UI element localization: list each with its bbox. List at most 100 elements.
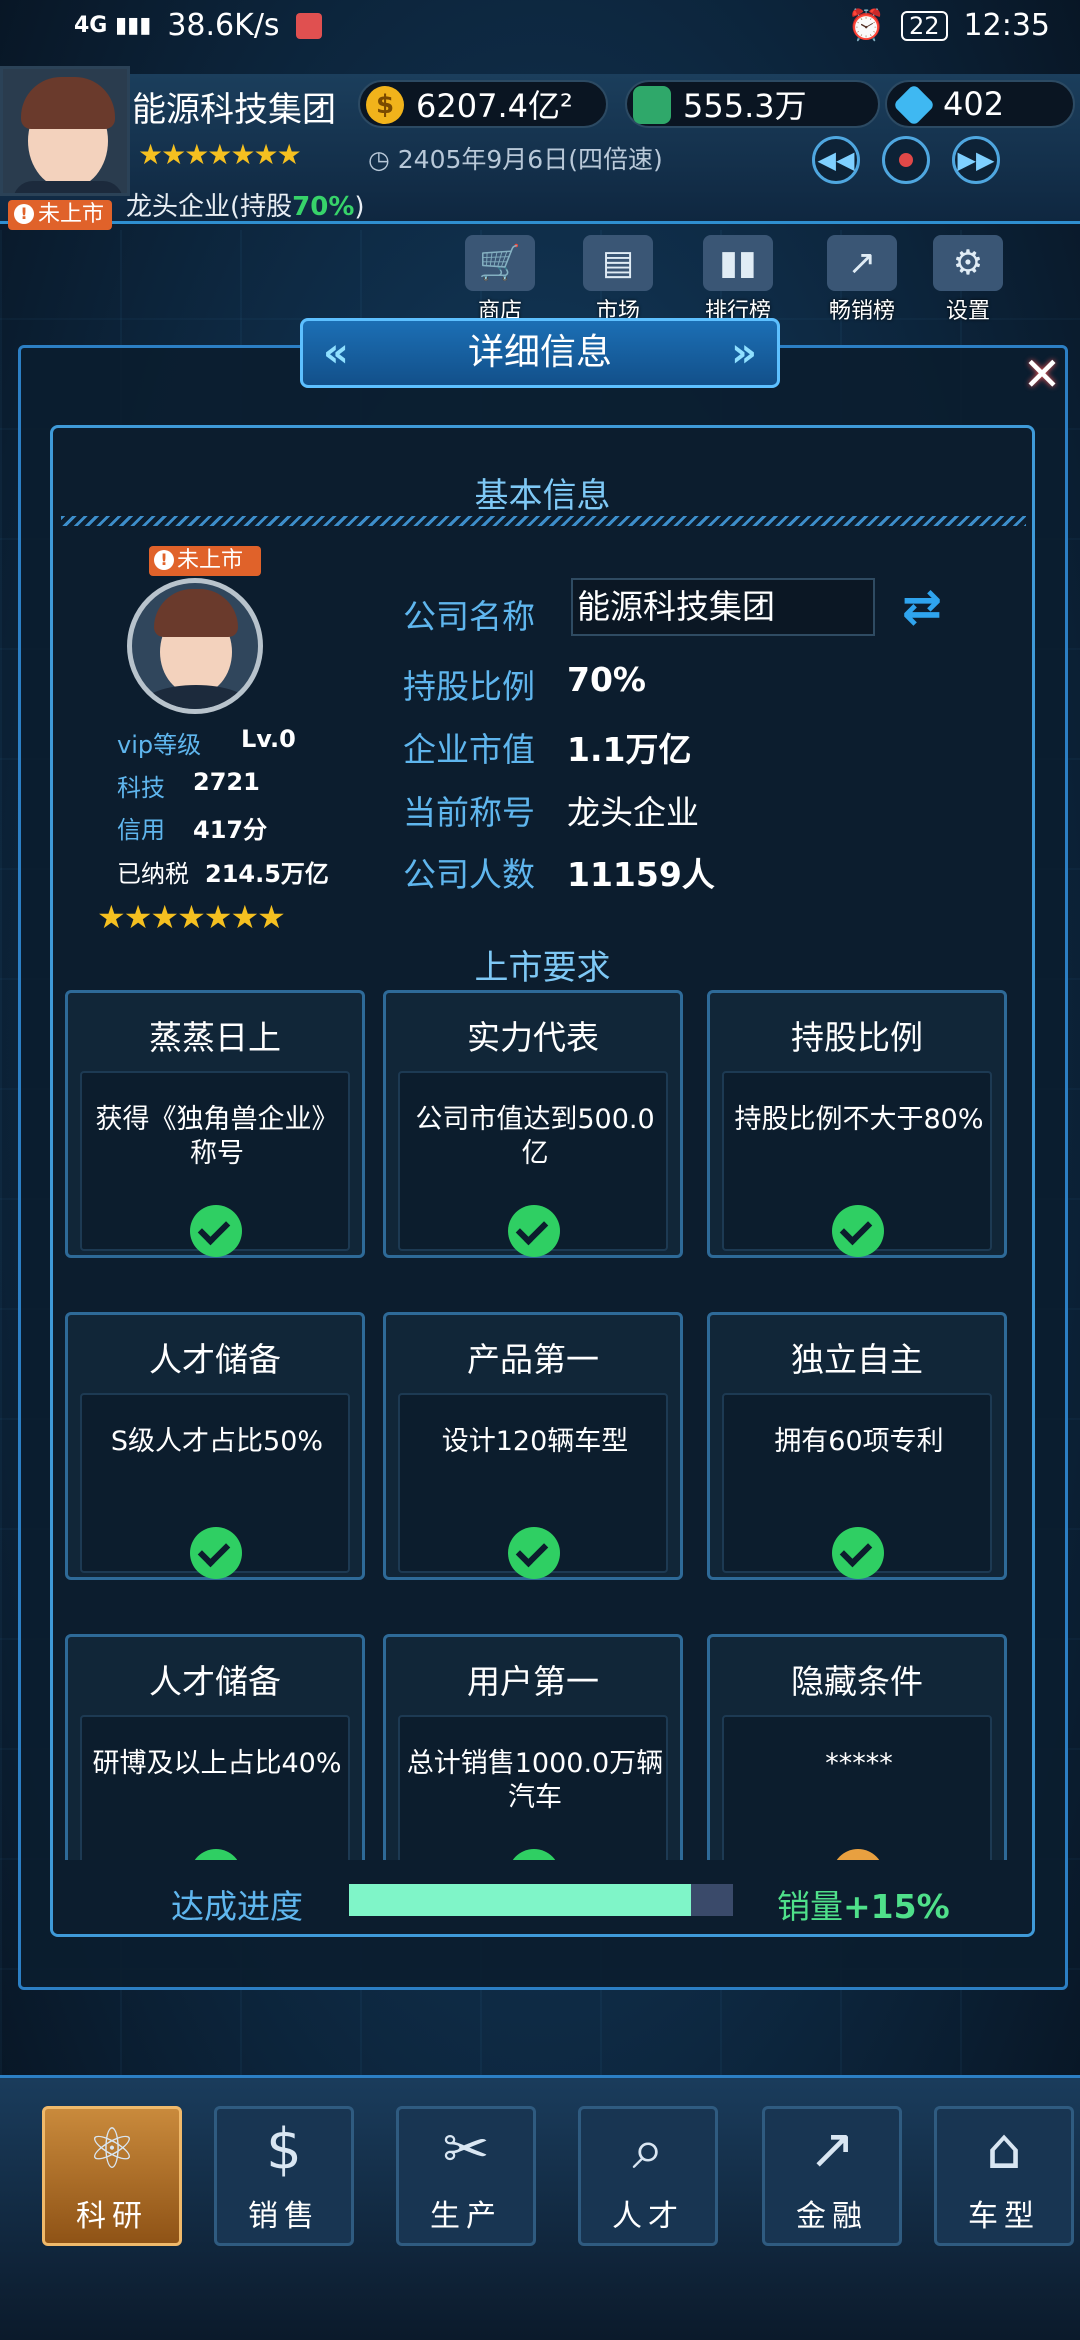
battery-indicator: 22 [900, 10, 948, 41]
check-icon [508, 1527, 560, 1579]
close-icon: ✕ [1022, 347, 1062, 401]
player-header: ! 未上市 能源科技集团 $ 6207.4亿² 555.3万 402 ★★★★★… [0, 66, 1080, 246]
notification-icon [295, 12, 322, 39]
top-nav-book[interactable]: ▤ 市场 [568, 235, 668, 325]
book-icon: ▤ [583, 235, 653, 291]
requirement-card: 持股比例持股比例不大于80% [707, 990, 1007, 1258]
bar-chart-icon: ▮▮ [703, 235, 773, 291]
requirement-title: 实力代表 [467, 1018, 599, 1057]
check-icon [832, 1205, 884, 1257]
progress-footer: 达成进度 销量+15% [53, 1860, 1032, 1934]
requirement-card: 人才储备 S级人才占比50% [65, 1312, 365, 1580]
top-nav-label: 畅销榜 [828, 299, 895, 324]
requirement-body: 公司市值达到500.0亿 [398, 1071, 668, 1257]
dialog-title: « 详细信息 » [300, 318, 780, 388]
requirement-desc: 研博及以上占比40% [92, 1748, 342, 1779]
diamond-counter[interactable]: 402 [885, 80, 1075, 128]
progress-label: 达成进度 [171, 1887, 303, 1926]
diamond-icon [892, 83, 936, 127]
requirement-title: 人才储备 [149, 1662, 281, 1701]
progress-bar [349, 1884, 733, 1916]
bottom-nav-label: 科研 [76, 2199, 148, 2234]
top-nav-trend-chart[interactable]: ↗ 畅销榜 [812, 235, 912, 325]
player-avatar[interactable] [0, 66, 130, 196]
requirement-desc: 持股比例不大于80% [734, 1104, 984, 1135]
top-nav-gear[interactable]: ⚙ 设置 [918, 235, 1018, 325]
requirement-desc: 获得《独角兽企业》称号 [95, 1104, 339, 1169]
progress-fill [349, 1884, 691, 1916]
finance-icon: ↗ [808, 2117, 856, 2182]
tools-icon: ✂ [442, 2117, 490, 2182]
game-date: ◷ 2405年9月6日(四倍速) [368, 145, 663, 174]
alarm-icon: ⏰ [847, 8, 885, 43]
bottom-nav-label: 人才 [612, 2199, 684, 2234]
detail-panel: 基本信息 ! 未上市 vip等级 Lv.0 科技 2721 信用 417分 已纳… [50, 425, 1035, 1937]
requirement-card: 实力代表公司市值达到500.0亿 [383, 990, 683, 1258]
requirement-title: 蒸蒸日上 [149, 1018, 281, 1057]
requirement-card: 产品第一设计120辆车型 [383, 1312, 683, 1580]
bottom-nav-finance[interactable]: ↗ 金融 [762, 2106, 902, 2246]
clock: 12:35 [963, 8, 1050, 43]
bottom-nav-label: 生产 [430, 2199, 502, 2234]
requirement-body: 持股比例不大于80% [722, 1071, 992, 1257]
cash-icon [633, 86, 671, 124]
requirement-card: 蒸蒸日上获得《独角兽企业》称号 [65, 990, 365, 1258]
requirement-desc: S级人才占比50% [110, 1426, 324, 1457]
requirement-title: 持股比例 [791, 1018, 923, 1057]
bottom-nav-talent[interactable]: ⌕ 人才 [578, 2106, 718, 2246]
trend-chart-icon: ↗ [827, 235, 897, 291]
research-icon: ⚛ [86, 2117, 138, 2182]
requirement-title: 隐藏条件 [791, 1662, 923, 1701]
company-title-line: 龙头企业(持股70%) [126, 192, 365, 222]
check-icon [190, 1527, 242, 1579]
gold-counter[interactable]: $ 6207.4亿² [358, 80, 608, 128]
pause-button[interactable] [882, 136, 930, 184]
check-icon [832, 1527, 884, 1579]
garage-icon: ⌂ [986, 2117, 1022, 2182]
requirement-title: 产品第一 [467, 1340, 599, 1379]
bottom-nav-label: 车型 [968, 2199, 1040, 2234]
requirement-body: S级人才占比50% [80, 1393, 350, 1579]
close-button[interactable]: ✕ [1015, 348, 1069, 402]
fast-forward-button[interactable]: ▶▶ [952, 136, 1000, 184]
bottom-nav-tools[interactable]: ✂ 生产 [396, 2106, 536, 2246]
check-icon [508, 1205, 560, 1257]
requirement-desc: 公司市值达到500.0亿 [415, 1104, 655, 1169]
alert-icon: ! [14, 204, 34, 224]
requirement-title: 用户第一 [467, 1662, 599, 1701]
top-nav-label: 设置 [945, 299, 990, 324]
clock-icon: ◷ [368, 145, 390, 174]
chevron-right-icon: » [731, 330, 757, 376]
requirement-card: 独立自主 拥有60项专利 [707, 1312, 1007, 1580]
top-nav-cart[interactable]: 🛒 商店 [450, 235, 550, 325]
top-nav-bar-chart[interactable]: ▮▮ 排行榜 [688, 235, 788, 325]
header-star-rating: ★★★★★★★ [138, 138, 302, 171]
rewind-button[interactable]: ◀◀ [812, 136, 860, 184]
requirement-desc: 设计120辆车型 [441, 1426, 629, 1457]
requirement-desc: ***** [825, 1748, 893, 1779]
requirement-title: 人才储备 [149, 1340, 281, 1379]
cash-counter[interactable]: 555.3万 [625, 80, 880, 128]
talent-icon: ⌕ [632, 2117, 664, 2182]
signal-icon: 4G ▮▮▮ [74, 13, 152, 38]
requirement-body: 拥有60项专利 [722, 1393, 992, 1579]
header-company-name: 能源科技集团 [132, 90, 336, 130]
network-speed: 38.6K/s [167, 8, 280, 43]
requirements-grid: 蒸蒸日上 获得《独角兽企业》称号 实力代表 公司市值达到500.0亿 持股比例 持股比例不… [53, 428, 1032, 1902]
bottom-nav: ⚛ 科研 $ 销售 ✂ 生产 ⌕ 人才 ↗ 金融 ⌂ 车型 [0, 2075, 1080, 2340]
gear-icon: ⚙ [933, 235, 1003, 291]
bottom-nav-sales[interactable]: $ 销售 [214, 2106, 354, 2246]
requirement-body: 设计120辆车型 [398, 1393, 668, 1579]
requirement-body: 获得《独角兽企业》称号 [80, 1071, 350, 1257]
cart-icon: 🛒 [465, 235, 535, 291]
check-icon [190, 1205, 242, 1257]
gold-coin-icon: $ [366, 86, 404, 124]
status-bar: 4G ▮▮▮ 38.6K/s ⏰ 22 12:35 [0, 0, 1080, 56]
bottom-nav-garage[interactable]: ⌂ 车型 [934, 2106, 1074, 2246]
bottom-nav-label: 销售 [248, 2199, 320, 2234]
listing-badge: ! 未上市 [8, 200, 112, 230]
bottom-nav-research[interactable]: ⚛ 科研 [42, 2106, 182, 2246]
bottom-nav-label: 金融 [796, 2199, 868, 2234]
chevron-left-icon: « [323, 330, 349, 376]
requirement-desc: 总计销售1000.0万辆汽车 [406, 1748, 664, 1813]
